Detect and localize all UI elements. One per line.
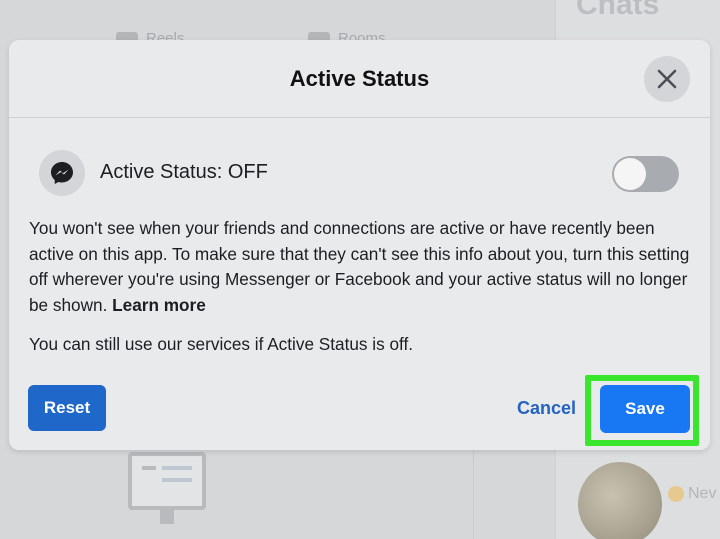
learn-more-link[interactable]: Learn more <box>112 295 206 315</box>
background-divider <box>473 440 474 539</box>
active-status-row: Active Status: OFF <box>39 150 679 196</box>
computer-illustration-icon <box>128 452 206 510</box>
messenger-icon-container <box>39 150 85 196</box>
active-status-label: Active Status: OFF <box>100 161 268 183</box>
background-chats-title: Chats <box>576 0 660 21</box>
avatar <box>578 462 662 539</box>
save-button[interactable]: Save <box>600 385 690 433</box>
messenger-icon <box>51 162 73 184</box>
reset-button[interactable]: Reset <box>28 385 106 431</box>
services-note: You can still use our services if Active… <box>29 334 414 354</box>
close-icon <box>657 69 677 89</box>
dialog-title: Active Status <box>289 66 430 91</box>
dialog-header: Active Status <box>9 40 710 118</box>
background-new-item: Nev <box>668 485 716 503</box>
close-button[interactable] <box>644 56 690 102</box>
new-dot-icon <box>668 486 684 502</box>
computer-stand <box>160 510 174 524</box>
active-status-toggle[interactable] <box>612 156 679 192</box>
toggle-knob <box>614 158 646 190</box>
background-new-label: Nev <box>688 485 717 502</box>
cancel-button[interactable]: Cancel <box>517 398 576 419</box>
description-text: You won't see when your friends and conn… <box>29 216 699 318</box>
page: Chats Reels Rooms Nev Active Status Acti… <box>0 0 720 539</box>
